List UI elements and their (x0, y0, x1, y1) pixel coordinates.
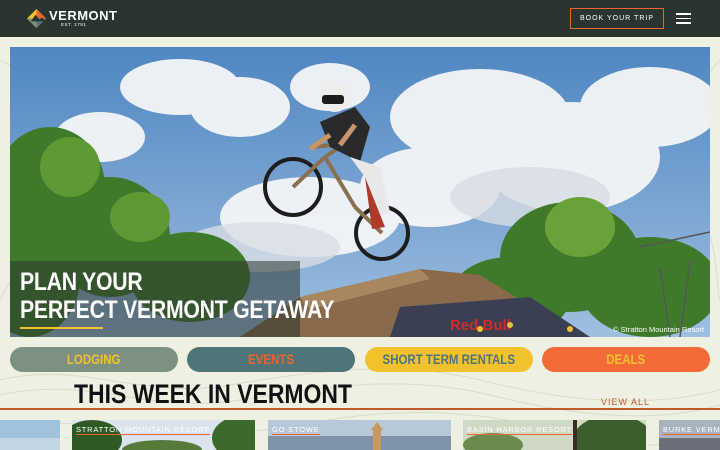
view-all-link[interactable]: VIEW ALL (601, 397, 650, 407)
event-card-label: STRATTON MOUNTAIN RESORT (76, 425, 210, 435)
site-header: VERMONT EST. 1791 BOOK YOUR TRIP (0, 0, 720, 37)
book-your-trip-button[interactable]: BOOK YOUR TRIP (570, 8, 664, 29)
event-card-label: GO STOWE (272, 425, 320, 435)
hero-title-line2: PERFECT VERMONT GETAWAY (20, 296, 335, 324)
short-term-rentals-button[interactable]: SHORT TERM RENTALS (365, 347, 533, 372)
hero-title-box: PLAN YOUR PERFECT VERMONT GETAWAY (10, 261, 334, 337)
event-card[interactable]: STRATTON MOUNTAIN RESORT (72, 420, 255, 450)
event-card-label: BASIN HARBOR RESORT (467, 425, 573, 435)
event-card[interactable]: BASIN HARBOR RESORT (463, 420, 646, 450)
deals-label: DEALS (606, 351, 646, 367)
event-card-image (0, 420, 60, 450)
event-card[interactable]: GO STOWE (268, 420, 451, 450)
events-label: EVENTS (248, 351, 294, 367)
event-card-label: BURKE VERMO (663, 425, 720, 435)
lodging-button[interactable]: LODGING (10, 347, 178, 372)
logo-established: EST. 1791 (61, 22, 87, 27)
logo-wordmark: VERMONT (49, 8, 118, 23)
photo-credit: © Stratton Mountain Resort (613, 325, 704, 334)
vermont-logo[interactable]: VERMONT EST. 1791 (27, 8, 117, 30)
event-card[interactable]: BURKE VERMO (659, 420, 720, 450)
event-card[interactable] (0, 420, 60, 450)
vermont-logo-icon (27, 9, 46, 28)
hamburger-menu-icon[interactable] (676, 13, 691, 24)
hero-title-line1: PLAN YOUR (20, 268, 143, 296)
events-button[interactable]: EVENTS (187, 347, 355, 372)
short-term-rentals-label: SHORT TERM RENTALS (382, 351, 516, 367)
section-title: THIS WEEK IN VERMONT (74, 379, 352, 409)
deals-button[interactable]: DEALS (542, 347, 710, 372)
lodging-label: LODGING (67, 351, 121, 367)
hero-title-underline (20, 327, 103, 329)
section-divider (0, 408, 720, 410)
hero-banner: Red Bull PLAN YOUR PERFECT VERMONT GETAW… (10, 47, 710, 337)
